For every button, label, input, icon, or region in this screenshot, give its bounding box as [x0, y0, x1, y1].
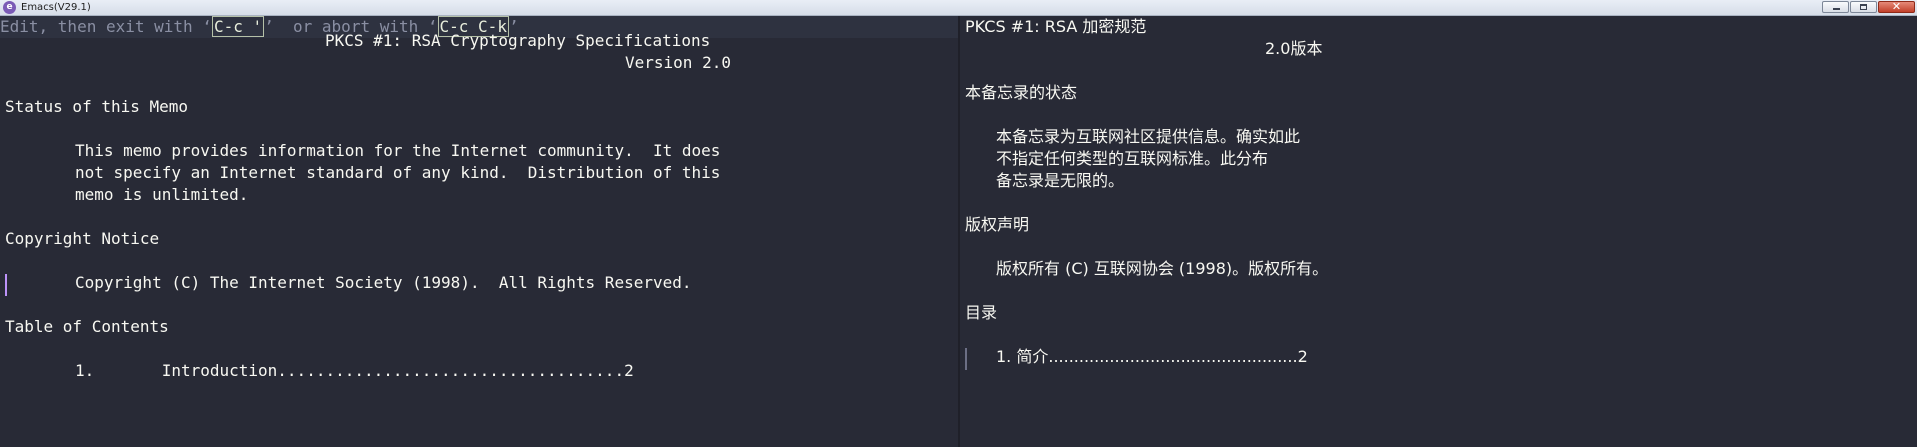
close-icon: ✕	[1891, 0, 1902, 13]
doc-version: Version 2.0	[625, 53, 731, 72]
translated-doc-title: PKCS #1: RSA 加密规范	[965, 17, 1147, 36]
header-quote-open-1: ‘	[202, 17, 212, 36]
minimize-button[interactable]	[1822, 1, 1849, 13]
maximize-button[interactable]	[1850, 1, 1877, 13]
fringe-marker	[965, 348, 967, 370]
section-heading-toc: Table of Contents	[5, 317, 169, 336]
status-paragraph-line-2: not specify an Internet standard of any …	[75, 163, 721, 182]
doc-title: PKCS #1: RSA Cryptography Specifications	[325, 31, 711, 50]
left-editor-pane[interactable]: Edit, then exit with ‘C-c '’ or abort wi…	[0, 16, 958, 447]
translated-copyright-line: 版权所有 (C) 互联网协会 (1998)。版权所有。	[996, 259, 1329, 278]
translated-status-line-3: 备忘录是无限的。	[996, 171, 1125, 190]
translated-heading-copyright: 版权声明	[965, 215, 1030, 234]
minimize-icon	[1833, 8, 1840, 10]
header-quote-close-1: ’	[264, 17, 274, 36]
window-title: Emacs(V29.1)	[21, 2, 91, 13]
emacs-icon: e	[3, 1, 16, 14]
header-prefix: Edit, then exit with	[0, 17, 203, 36]
maximize-icon	[1860, 4, 1867, 10]
right-editor-pane[interactable]: PKCS #1: RSA 加密规范 2.0版本 本备忘录的状态 本备忘录为互联网…	[960, 16, 1917, 447]
translated-status-line-2: 不指定任何类型的互联网标准。此分布	[996, 149, 1269, 168]
text-cursor	[5, 274, 7, 296]
status-paragraph-line-1: This memo provides information for the I…	[75, 141, 721, 160]
translated-toc-entry: 1. 简介...................................…	[996, 347, 1308, 366]
translated-heading-status: 本备忘录的状态	[965, 83, 1078, 102]
section-heading-copyright: Copyright Notice	[5, 229, 160, 248]
copyright-line: Copyright (C) The Internet Society (1998…	[75, 273, 692, 292]
close-button[interactable]: ✕	[1878, 0, 1915, 13]
toc-entry-introduction: 1. Introduction.........................…	[75, 361, 634, 380]
translated-doc-version: 2.0版本	[1265, 39, 1323, 58]
translated-heading-toc: 目录	[965, 303, 998, 322]
section-heading-status: Status of this Memo	[5, 97, 189, 116]
exit-key-hint: C-c '	[211, 16, 265, 37]
translated-status-line-1: 本备忘录为互联网社区提供信息。确实如此	[996, 127, 1301, 146]
status-paragraph-line-3: memo is unlimited.	[75, 185, 249, 204]
title-bar: e Emacs(V29.1) ✕	[0, 0, 1917, 16]
emacs-window: e Emacs(V29.1) ✕ Edit, then exit with ‘C…	[0, 0, 1917, 447]
